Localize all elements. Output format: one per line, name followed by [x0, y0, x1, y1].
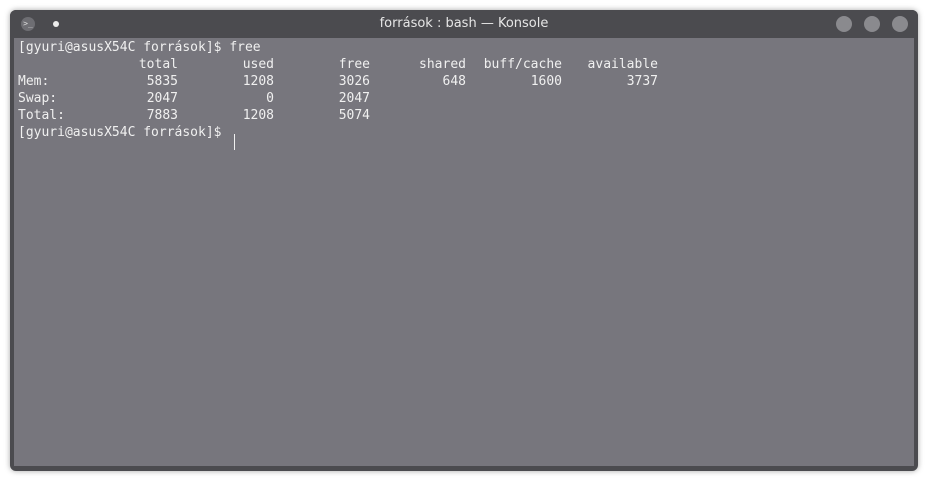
command-prompt-line: [gyuri@asusX54C források]$ free — [18, 40, 261, 55]
title-bar[interactable]: >_ források : bash — Konsole — [10, 10, 918, 38]
mem-total: 5835 — [146, 74, 178, 89]
mem-used: 1208 — [242, 74, 274, 89]
header-available: available — [587, 57, 658, 72]
row-label-swap: Swap: — [18, 91, 58, 106]
header-free: free — [338, 57, 370, 72]
total-used: 1208 — [242, 108, 274, 123]
header-buff-cache: buff/cache — [483, 57, 562, 72]
terminal-area[interactable]: [gyuri@asusX54C források]$ free total us… — [14, 38, 914, 466]
maximize-button[interactable] — [864, 16, 880, 32]
text-cursor — [234, 134, 235, 150]
header-shared: shared — [419, 57, 466, 72]
swap-used: 0 — [266, 91, 274, 106]
total-total: 7883 — [146, 108, 178, 123]
swap-total: 2047 — [146, 91, 178, 106]
minimize-button[interactable] — [836, 16, 852, 32]
mem-available: 3737 — [626, 74, 658, 89]
mem-free: 3026 — [338, 74, 370, 89]
swap-free: 2047 — [338, 91, 370, 106]
active-prompt-line: [gyuri@asusX54C források]$ — [18, 125, 230, 140]
row-label-mem: Mem: — [18, 74, 50, 89]
header-total: total — [138, 57, 178, 72]
konsole-window: >_ források : bash — Konsole [gyuri@asus… — [10, 10, 918, 471]
window-title: források : bash — Konsole — [379, 16, 549, 31]
row-label-total: Total: — [18, 108, 65, 123]
total-free: 5074 — [338, 108, 370, 123]
close-button[interactable] — [892, 16, 908, 32]
mem-buff-cache: 1600 — [530, 74, 562, 89]
mem-shared: 648 — [442, 74, 466, 89]
header-used: used — [242, 57, 274, 72]
